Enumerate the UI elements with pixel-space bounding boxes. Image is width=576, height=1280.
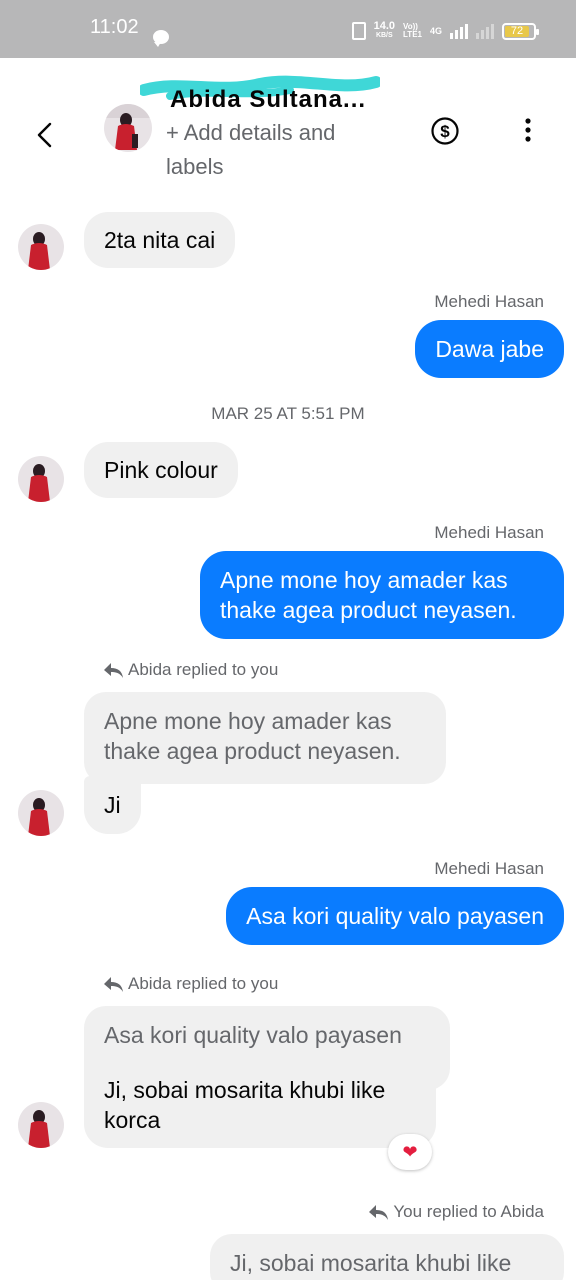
sender-name: Mehedi Hasan (434, 859, 544, 878)
volte-indicator: Vo)) LTE1 (403, 23, 422, 39)
incoming-message[interactable]: Ji (84, 776, 141, 834)
sender-avatar[interactable] (18, 790, 64, 836)
reply-arrow-icon (104, 663, 123, 678)
signal-icon (450, 23, 468, 39)
chat-header: Abida Sultana... + Add details and label… (0, 58, 576, 198)
volte-bottom: LTE1 (403, 30, 422, 39)
vibrate-icon (351, 22, 366, 40)
contact-name[interactable]: Abida Sultana... (170, 86, 366, 114)
reply-label-text: Abida replied to you (128, 974, 279, 993)
signal-icon-2 (476, 23, 494, 39)
reply-label-text: Abida replied to you (128, 660, 279, 679)
status-time: 11:02 (90, 16, 139, 38)
heart-icon: ❤ (402, 1141, 418, 1162)
battery-icon: 72 (502, 22, 539, 40)
contact-avatar[interactable] (104, 104, 152, 152)
network-speed-unit: KB/S (375, 32, 393, 39)
network-type: 4G (429, 26, 442, 36)
timestamp-divider: MAR 25 AT 5:51 PM (211, 404, 365, 423)
reply-quote[interactable]: Ji, sobai mosarita khubi like (210, 1234, 564, 1280)
network-speed-value: 14.0 (373, 20, 396, 32)
reply-arrow-icon (104, 977, 123, 992)
heart-reaction[interactable]: ❤ (388, 1134, 432, 1170)
reply-quote[interactable]: Apne mone hoy amader kas thake agea prod… (84, 692, 446, 784)
battery-level: 72 (505, 25, 529, 37)
add-details-link[interactable]: + Add details and labels (166, 116, 396, 184)
sender-name: Mehedi Hasan (434, 523, 544, 542)
outgoing-message[interactable]: Dawa jabe (415, 320, 564, 378)
reply-label-text: You replied to Abida (393, 1202, 544, 1221)
sender-avatar[interactable] (18, 456, 64, 502)
chat-notification-icon (153, 30, 169, 47)
status-bar: 11:02 14.0 KB/S Vo)) LTE1 4G 72 (0, 0, 576, 58)
incoming-message[interactable]: 2ta nita cai (84, 212, 236, 268)
dollar-icon[interactable]: $ (430, 116, 460, 146)
incoming-message[interactable]: Pink colour (84, 442, 238, 498)
reply-label: Abida replied to you (102, 974, 278, 994)
reply-arrow-icon (369, 1205, 389, 1220)
network-speed: 14.0 KB/S (373, 20, 396, 40)
back-arrow-icon[interactable] (30, 120, 60, 150)
sender-name: Mehedi Hasan (434, 292, 544, 311)
svg-text:$: $ (440, 122, 450, 141)
reply-label: You replied to Abida (367, 1202, 544, 1222)
outgoing-message[interactable]: Apne mone hoy amader kas thake agea prod… (200, 551, 564, 639)
more-vertical-icon[interactable] (518, 116, 538, 146)
reply-label: Abida replied to you (102, 660, 278, 680)
incoming-message[interactable]: Ji, sobai mosarita khubi like korca (84, 1062, 436, 1148)
sender-avatar[interactable] (18, 1102, 64, 1148)
outgoing-message[interactable]: Asa kori quality valo payasen (226, 887, 564, 945)
status-icons: 14.0 KB/S Vo)) LTE1 4G 72 (351, 20, 539, 40)
sender-avatar[interactable] (18, 224, 64, 270)
